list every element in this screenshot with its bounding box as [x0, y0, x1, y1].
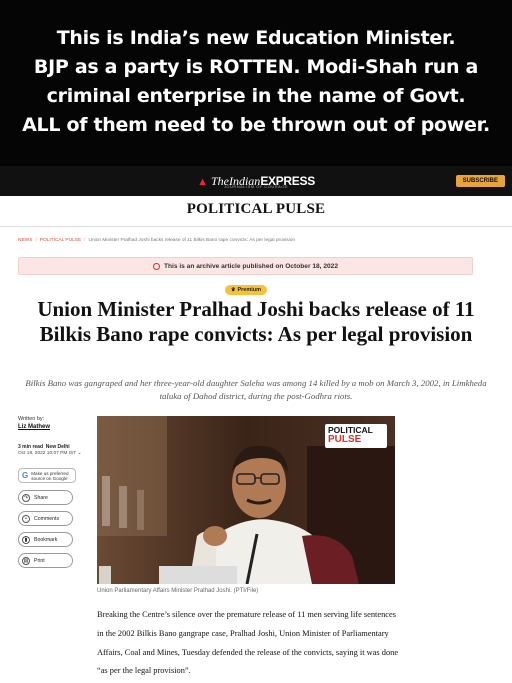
- author-link[interactable]: Liz Mathew: [18, 424, 90, 430]
- article-photo[interactable]: POLITICAL PULSE: [97, 416, 395, 584]
- premium-badge: ♛ Premium: [225, 285, 267, 295]
- chevron-down-icon: ⌄: [77, 451, 82, 456]
- bookmark-icon: ▮: [22, 535, 30, 544]
- print-label: Print: [34, 557, 45, 564]
- publish-date[interactable]: Oct 18, 2022 10:07 PM IST ⌄: [18, 451, 90, 456]
- article-headline: Union Minister Pralhad Joshi backs relea…: [37, 297, 475, 346]
- article-sidebar: Written by: Liz Mathew 3 min read New De…: [18, 416, 90, 568]
- comment-icon: •: [22, 514, 30, 523]
- section-title[interactable]: POLITICAL PULSE: [0, 201, 512, 218]
- dateline-location: New Delhi: [45, 444, 70, 450]
- subscribe-button[interactable]: SUBSCRIBE: [455, 175, 505, 187]
- print-button[interactable]: ▤ Print: [18, 553, 73, 568]
- comments-label: Comments: [34, 515, 60, 522]
- google-icon: G: [22, 471, 29, 480]
- publish-date-text: Oct 18, 2022 10:07 PM IST: [18, 451, 77, 456]
- crown-icon: ♛: [230, 287, 236, 293]
- breadcrumb-current: Union Minister Pralhad Joshi backs relea…: [88, 238, 296, 243]
- share-button[interactable]: ↷ Share: [18, 490, 73, 505]
- archive-notice: This is an archive article published on …: [18, 257, 473, 275]
- banner-line-4: ALL of them need to be thrown out of pow…: [22, 114, 490, 136]
- banner-line-3: criminal enterprise in the name of Govt.: [46, 85, 466, 107]
- badge-line-2: PULSE: [328, 434, 362, 445]
- photo-caption: Union Parliamentary Affairs Minister Pra…: [97, 588, 259, 594]
- clock-icon: [152, 262, 160, 270]
- archive-notice-text: This is an archive article published on …: [163, 262, 339, 270]
- breadcrumb-news[interactable]: NEWS: [18, 238, 32, 243]
- written-by-label: Written by:: [18, 416, 45, 422]
- read-time: 3 min read: [18, 444, 44, 450]
- comments-button[interactable]: • Comments: [18, 511, 73, 526]
- article-body: Breaking the Centre’s silence over the p…: [97, 610, 399, 676]
- divider: [0, 226, 512, 227]
- tweet-banner: This is India’s new Education Minister. …: [0, 0, 512, 166]
- print-icon: ▤: [22, 556, 30, 565]
- political-pulse-badge: POLITICAL PULSE: [325, 424, 387, 448]
- breadcrumb-political-pulse[interactable]: POLITICAL PULSE: [40, 238, 81, 243]
- breadcrumb: NEWS / POLITICAL PULSE / Union Minister Pral…: [18, 238, 296, 243]
- google-pref-label: Make us preferred source on Google: [31, 470, 69, 481]
- site-header: ▲ The Indian EXPRESS: [0, 166, 512, 196]
- banner-line-2: BJP as a party is ROTTEN. Modi-Shah run …: [33, 56, 479, 78]
- share-icon: ↷: [22, 493, 30, 502]
- bookmark-label: Bookmark: [34, 536, 58, 543]
- share-label: Share: [34, 494, 48, 501]
- banner-line-1: This is India’s new Education Minister.: [56, 27, 456, 49]
- premium-label: Premium: [237, 287, 262, 293]
- bookmark-button[interactable]: ▮ Bookmark: [18, 532, 73, 547]
- google-preferred-source-button[interactable]: G Make us preferred source on Google: [18, 468, 76, 483]
- article-standfirst: Bilkis Bano was gangraped and her three-…: [25, 378, 487, 401]
- article-meta: 3 min read New Delhi: [18, 444, 90, 450]
- logo-tagline: JOURNALISM OF COURAGE: [223, 184, 289, 189]
